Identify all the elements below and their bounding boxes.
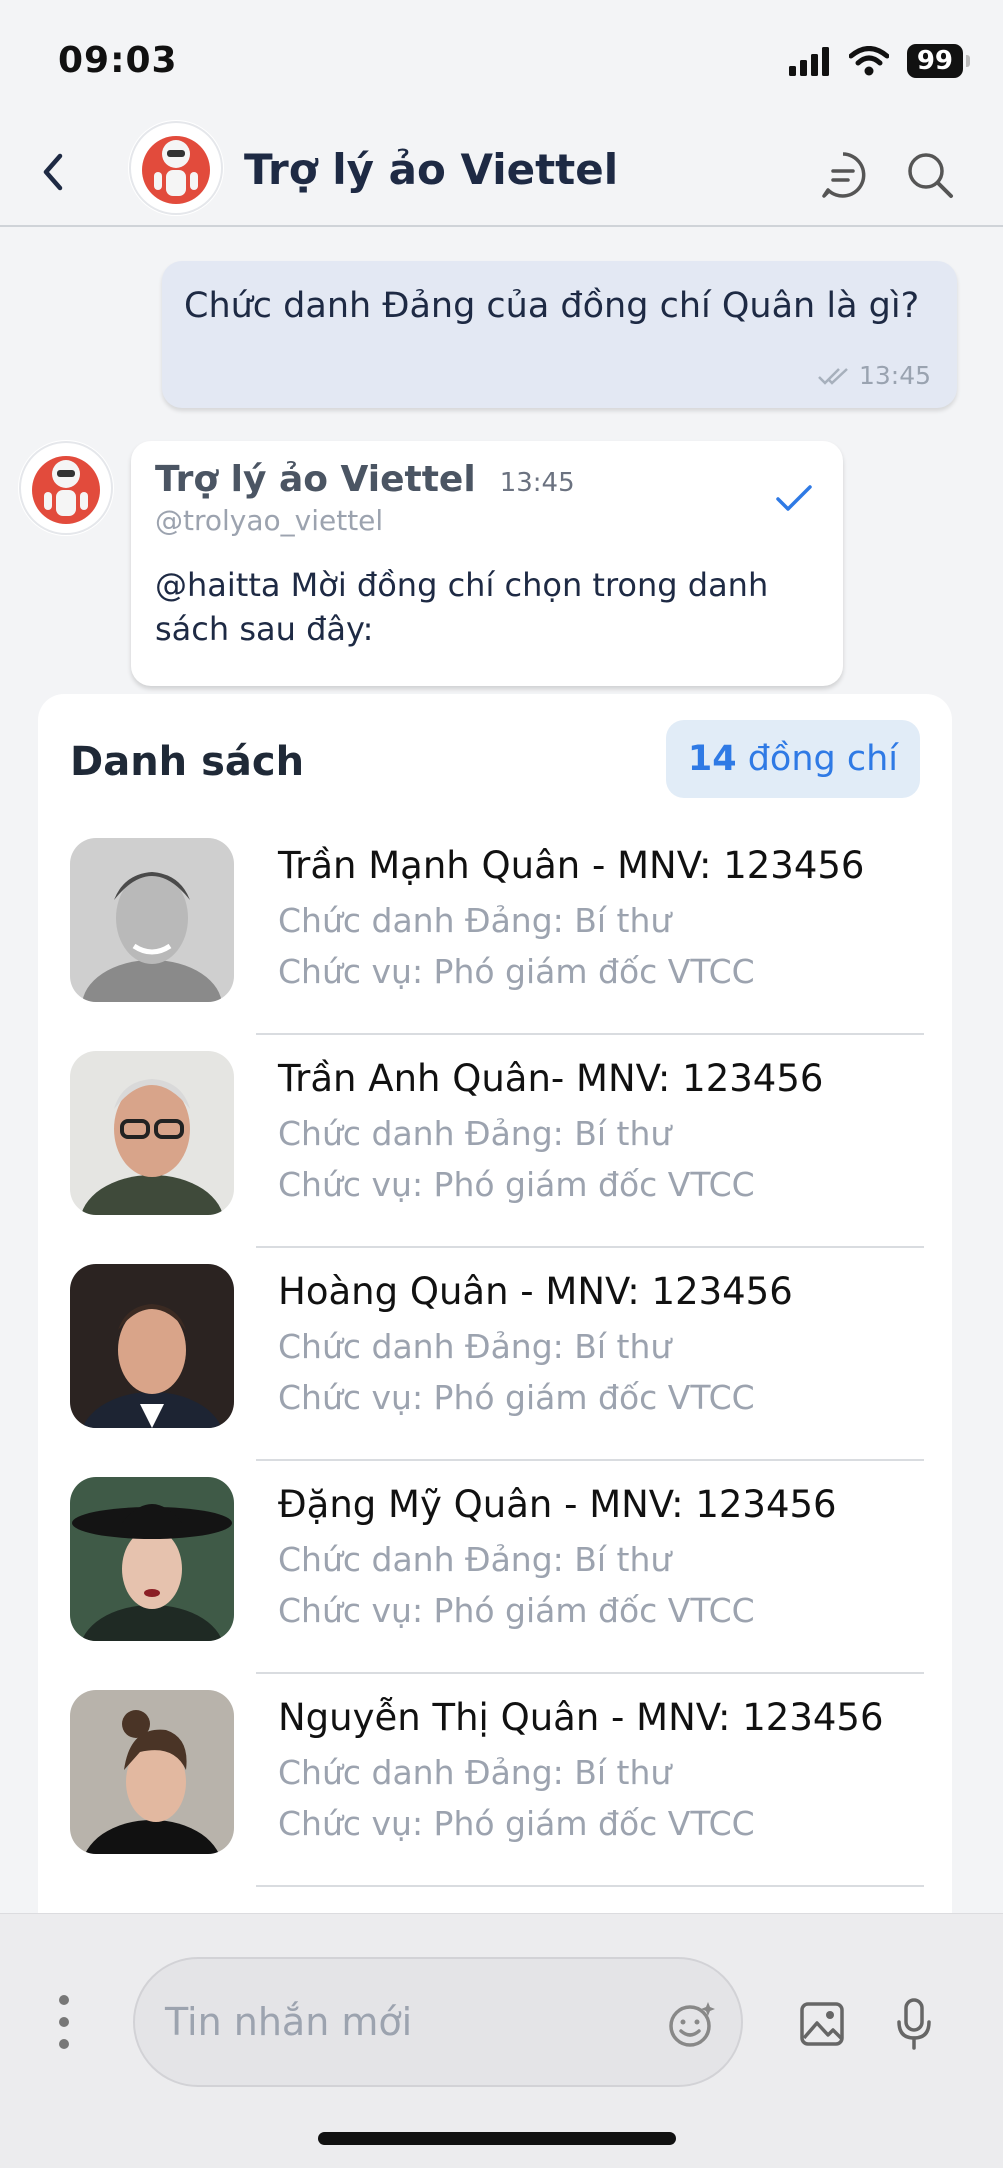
- member-party-title: Chức danh Đảng: Bí thư: [278, 901, 672, 940]
- chat-title: Trợ lý ảo Viettel: [244, 145, 619, 194]
- member-position: Chức vụ: Phó giám đốc VTCC: [278, 1591, 755, 1630]
- robot-icon: [129, 121, 223, 215]
- emoji-icon[interactable]: [668, 2000, 716, 2048]
- count-badge: 14 đồng chí: [665, 720, 920, 798]
- outgoing-message-text: Chức danh Đảng của đồng chí Quân là gì?: [184, 286, 920, 326]
- more-icon[interactable]: [52, 1992, 76, 2052]
- member-photo: [70, 1477, 234, 1641]
- member-photo: [70, 1690, 234, 1854]
- list-item[interactable]: Trần Anh Quân- MNV: 123456 Chức danh Đản…: [38, 1035, 952, 1248]
- member-name: Trần Mạnh Quân - MNV: 123456: [278, 844, 865, 887]
- list-item[interactable]: Hoàng Quân - MNV: 123456 Chức danh Đảng:…: [38, 1248, 952, 1461]
- list-item[interactable]: Đặng Mỹ Quân - MNV: 123456 Chức danh Đản…: [38, 1461, 952, 1674]
- incoming-message-text: @haitta Mời đồng chí chọn trong danh sác…: [155, 566, 769, 648]
- member-photo: [70, 1051, 234, 1215]
- count-unit: đồng chí: [736, 739, 898, 779]
- status-time: 09:03: [58, 40, 178, 81]
- battery-indicator: 99: [906, 44, 971, 78]
- status-icons: 99: [788, 44, 971, 78]
- sender-name: Trợ lý ảo Viettel: [155, 459, 476, 500]
- member-name: Đặng Mỹ Quân - MNV: 123456: [278, 1483, 837, 1526]
- wifi-icon: [848, 46, 889, 76]
- home-indicator: [318, 2132, 676, 2145]
- member-party-title: Chức danh Đảng: Bí thư: [278, 1114, 672, 1153]
- member-name: Trần Anh Quân- MNV: 123456: [278, 1057, 824, 1100]
- member-photo: [70, 838, 234, 1002]
- list-title: Danh sách: [70, 739, 305, 785]
- member-party-title: Chức danh Đảng: Bí thư: [278, 1753, 672, 1792]
- double-check-icon: [818, 367, 848, 385]
- signal-icon: [788, 47, 829, 76]
- bot-avatar[interactable]: [128, 120, 224, 216]
- outgoing-message-meta: 13:45: [817, 361, 931, 390]
- image-icon[interactable]: [800, 2002, 844, 2046]
- list-item[interactable]: Trần Mạnh Quân - MNV: 123456 Chức danh Đ…: [38, 822, 952, 1035]
- sender-handle: @trolyao_viettel: [155, 504, 384, 537]
- search-icon[interactable]: [905, 150, 955, 200]
- message-bot-avatar[interactable]: [18, 440, 114, 536]
- count-number: 14: [687, 739, 737, 779]
- member-photo: [70, 1264, 234, 1428]
- check-icon: [776, 485, 812, 511]
- member-list-card: Danh sách 14 đồng chí Trần Mạnh Quân - M…: [38, 694, 952, 1994]
- message-input[interactable]: Tin nhắn mới: [133, 1957, 743, 2087]
- back-icon[interactable]: [38, 150, 68, 194]
- incoming-message-time: 13:45: [499, 468, 575, 498]
- member-position: Chức vụ: Phó giám đốc VTCC: [278, 1165, 755, 1204]
- member-party-title: Chức danh Đảng: Bí thư: [278, 1327, 672, 1366]
- member-party-title: Chức danh Đảng: Bí thư: [278, 1540, 672, 1579]
- member-position: Chức vụ: Phó giám đốc VTCC: [278, 1378, 755, 1417]
- member-position: Chức vụ: Phó giám đốc VTCC: [278, 1804, 755, 1843]
- outgoing-message[interactable]: Chức danh Đảng của đồng chí Quân là gì? …: [162, 261, 957, 408]
- incoming-message[interactable]: Trợ lý ảo Viettel 13:45 @trolyao_viettel …: [131, 441, 843, 686]
- member-name: Hoàng Quân - MNV: 123456: [278, 1270, 793, 1313]
- sender-line: Trợ lý ảo Viettel 13:45: [155, 459, 819, 500]
- member-position: Chức vụ: Phó giám đốc VTCC: [278, 952, 755, 991]
- member-name: Nguyễn Thị Quân - MNV: 123456: [278, 1696, 884, 1739]
- robot-icon: [19, 441, 113, 535]
- list-item[interactable]: Nguyễn Thị Quân - MNV: 123456 Chức danh …: [38, 1674, 952, 1887]
- outgoing-message-time: 13:45: [858, 361, 931, 390]
- mic-icon[interactable]: [896, 1998, 932, 2050]
- row-divider: [256, 1885, 924, 1887]
- chat-icon[interactable]: [818, 150, 868, 200]
